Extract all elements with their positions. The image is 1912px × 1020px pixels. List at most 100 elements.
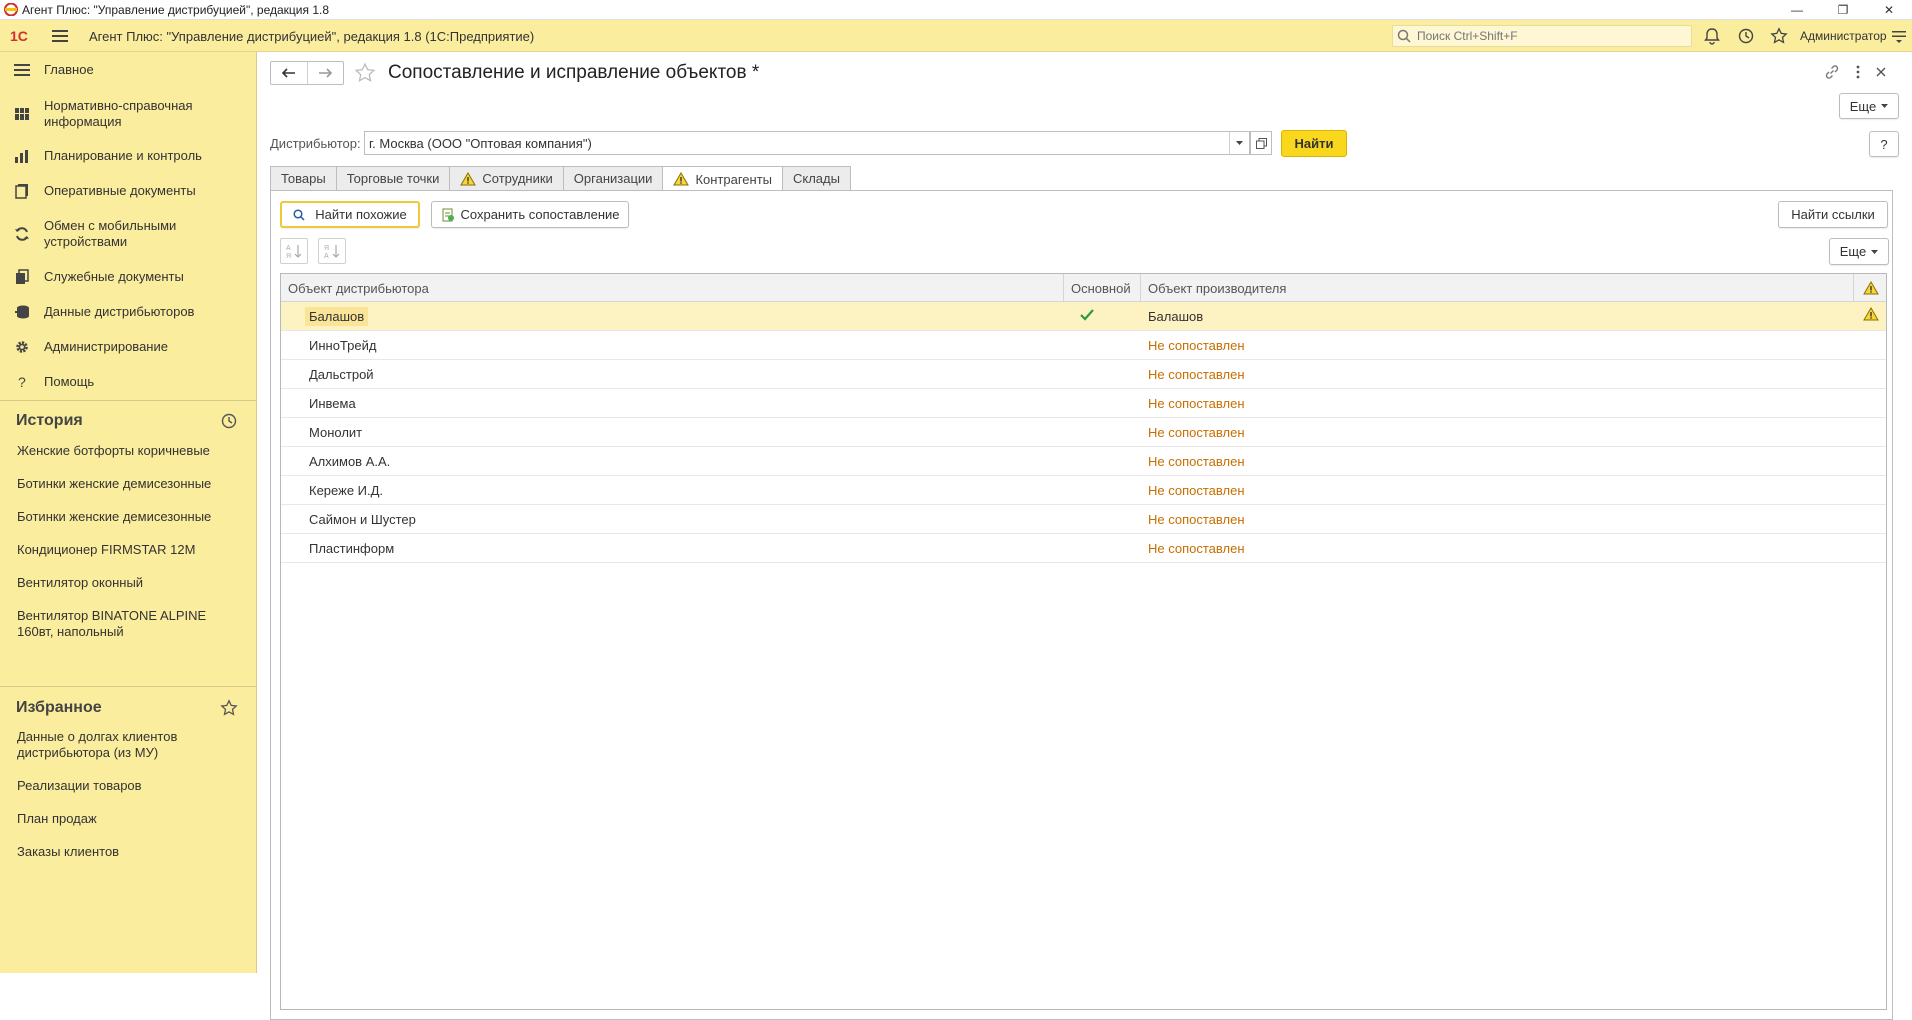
distributor-object-cell: Саймон и Шустер xyxy=(309,511,416,527)
sidebar-item-distributor-data[interactable]: Данные дистрибьюторов xyxy=(0,304,257,324)
favorites-item[interactable]: Реализации товаров xyxy=(17,778,247,794)
table-row[interactable]: Инвема Не сопоставлен xyxy=(281,389,1886,418)
tab-bar: Товары Торговые точки Сотрудники Организ… xyxy=(270,166,851,191)
column-header-distributor-object[interactable]: Объект дистрибьютора xyxy=(281,274,1064,302)
sidebar-item-main[interactable]: Главное xyxy=(0,62,257,82)
hamburger-menu-icon[interactable] xyxy=(52,29,68,43)
history-navigation xyxy=(270,61,344,85)
sidebar-item-mobile-exchange[interactable]: Обмен с мобильными устройствами xyxy=(0,218,257,252)
form-more-button[interactable]: Еще xyxy=(1839,93,1899,119)
distributor-value: г. Москва (ООО "Оптовая компания") xyxy=(369,136,592,151)
history-item[interactable]: Ботинки женские демисезонные xyxy=(17,509,247,525)
tab-warehouses[interactable]: Склады xyxy=(782,166,851,190)
find-button[interactable]: Найти xyxy=(1281,130,1347,157)
tab-label: Сотрудники xyxy=(482,171,553,186)
close-window-icon[interactable]: ✕ xyxy=(1866,0,1912,20)
find-links-button[interactable]: Найти ссылки xyxy=(1778,201,1888,228)
find-similar-button[interactable]: Найти похожие xyxy=(280,201,420,228)
column-header-main[interactable]: Основной xyxy=(1064,274,1141,302)
table-row[interactable]: Кереже И.Д. Не сопоставлен xyxy=(281,476,1886,505)
column-header-producer-object[interactable]: Объект производителя xyxy=(1141,274,1854,302)
tab-outlets[interactable]: Торговые точки xyxy=(335,166,451,190)
star-icon[interactable] xyxy=(220,699,238,717)
open-distributor-button[interactable] xyxy=(1250,131,1272,155)
find-links-label: Найти ссылки xyxy=(1791,207,1875,222)
distributor-object-cell: Пластинформ xyxy=(309,540,395,556)
column-header-label: Объект производителя xyxy=(1148,280,1287,296)
distributor-object-cell: Балашов xyxy=(305,302,369,330)
sidebar-item-label: Главное xyxy=(44,62,94,77)
documents-icon xyxy=(15,184,28,199)
gear-icon xyxy=(16,341,28,353)
tab-counterparties[interactable]: Контрагенты xyxy=(662,166,783,191)
sidebar-item-help[interactable]: ? Помощь xyxy=(0,374,257,394)
save-mapping-button[interactable]: Сохранить сопоставление xyxy=(431,201,629,228)
tab-label: Склады xyxy=(793,171,840,186)
table-row[interactable]: ИнноТрейд Не сопоставлен xyxy=(281,331,1886,360)
settings-lines-icon[interactable] xyxy=(1890,27,1908,45)
restore-icon[interactable]: ❐ xyxy=(1820,0,1866,20)
table-row[interactable]: Дальстрой Не сопоставлен xyxy=(281,360,1886,389)
add-to-favorites-icon[interactable] xyxy=(354,62,376,84)
column-header-warning[interactable] xyxy=(1854,274,1887,302)
back-button[interactable] xyxy=(271,62,307,84)
sidebar-item-label: Служебные документы xyxy=(44,269,184,284)
warning-icon xyxy=(673,172,690,186)
table-row[interactable]: Алхимов А.А. Не сопоставлен xyxy=(281,447,1886,476)
help-button-label: ? xyxy=(1880,136,1888,152)
sidebar-item-operational-docs[interactable]: Оперативные документы xyxy=(0,183,257,203)
warning-icon xyxy=(1863,281,1879,295)
close-icon[interactable] xyxy=(1873,64,1889,80)
tab-employees[interactable]: Сотрудники xyxy=(449,166,564,190)
bell-icon[interactable] xyxy=(1703,27,1721,45)
tab-products[interactable]: Товары xyxy=(270,166,337,190)
sidebar-item-label: Обмен с мобильными устройствами xyxy=(44,218,177,249)
favorites-item[interactable]: Заказы клиентов xyxy=(17,844,247,860)
tab-organizations[interactable]: Организации xyxy=(562,166,664,190)
help-button[interactable]: ? xyxy=(1869,131,1899,157)
distributor-dropdown-button[interactable] xyxy=(1229,132,1249,154)
app-logo-icon xyxy=(4,3,18,16)
history-item[interactable]: Кондиционер FIRMSTAR 12М xyxy=(17,542,247,558)
minimize-icon[interactable]: — xyxy=(1774,0,1820,20)
help-icon: ? xyxy=(18,374,26,390)
history-item[interactable]: Вентилятор оконный xyxy=(17,575,247,591)
app-header: 1С Агент Плюс: "Управление дистрибуцией"… xyxy=(0,20,1912,52)
global-search[interactable] xyxy=(1392,25,1692,47)
favorites-item[interactable]: Данные о долгах клиентов дистрибьютора (… xyxy=(17,729,197,761)
more-vertical-icon[interactable] xyxy=(1850,64,1866,80)
producer-object-cell: Не сопоставлен xyxy=(1148,540,1245,556)
forward-button[interactable] xyxy=(306,62,344,84)
sidebar-item-planning[interactable]: Планирование и контроль xyxy=(0,148,257,168)
sort-ascending-button[interactable]: АЯ xyxy=(280,238,308,264)
sort-descending-button[interactable]: ЯА xyxy=(318,238,346,264)
table-row[interactable]: Саймон и Шустер Не сопоставлен xyxy=(281,505,1886,534)
link-icon[interactable] xyxy=(1824,64,1840,80)
sidebar-item-reference-info[interactable]: Нормативно-справочная информация xyxy=(0,98,257,132)
current-user[interactable]: Администратор xyxy=(1800,29,1887,43)
service-docs-icon xyxy=(16,269,29,284)
distributor-field[interactable]: г. Москва (ООО "Оптовая компания") xyxy=(364,131,1250,155)
table-row[interactable]: Пластинформ Не сопоставлен xyxy=(281,534,1886,563)
chevron-down-icon xyxy=(1881,104,1889,108)
history-icon[interactable] xyxy=(220,412,238,430)
distributor-object-text: Балашов xyxy=(305,306,369,326)
history-item[interactable]: Женские ботфорты коричневые xyxy=(17,443,247,459)
producer-object-cell: Не сопоставлен xyxy=(1148,482,1245,498)
history-item[interactable]: Ботинки женские демисезонные xyxy=(17,476,247,492)
distributor-object-cell: Инвема xyxy=(309,395,356,411)
history-icon[interactable] xyxy=(1737,27,1755,45)
producer-object-cell: Не сопоставлен xyxy=(1148,366,1245,382)
favorites-title: Избранное xyxy=(16,699,102,716)
1c-logo-icon[interactable]: 1С xyxy=(10,28,40,44)
favorites-star-icon[interactable] xyxy=(1770,27,1788,45)
sidebar-item-service-docs[interactable]: Служебные документы xyxy=(0,269,257,289)
search-input[interactable] xyxy=(1415,26,1685,46)
table-row[interactable]: Монолит Не сопоставлен xyxy=(281,418,1886,447)
table-more-button[interactable]: Еще xyxy=(1829,238,1889,265)
history-item[interactable]: Вентилятор BINATONE ALPINE 160вт, наполь… xyxy=(17,608,217,640)
search-icon xyxy=(293,208,305,221)
favorites-item[interactable]: План продаж xyxy=(17,811,247,827)
table-row[interactable]: Балашов Балашов xyxy=(281,302,1886,331)
sidebar-item-administration[interactable]: Администрирование xyxy=(0,339,257,359)
